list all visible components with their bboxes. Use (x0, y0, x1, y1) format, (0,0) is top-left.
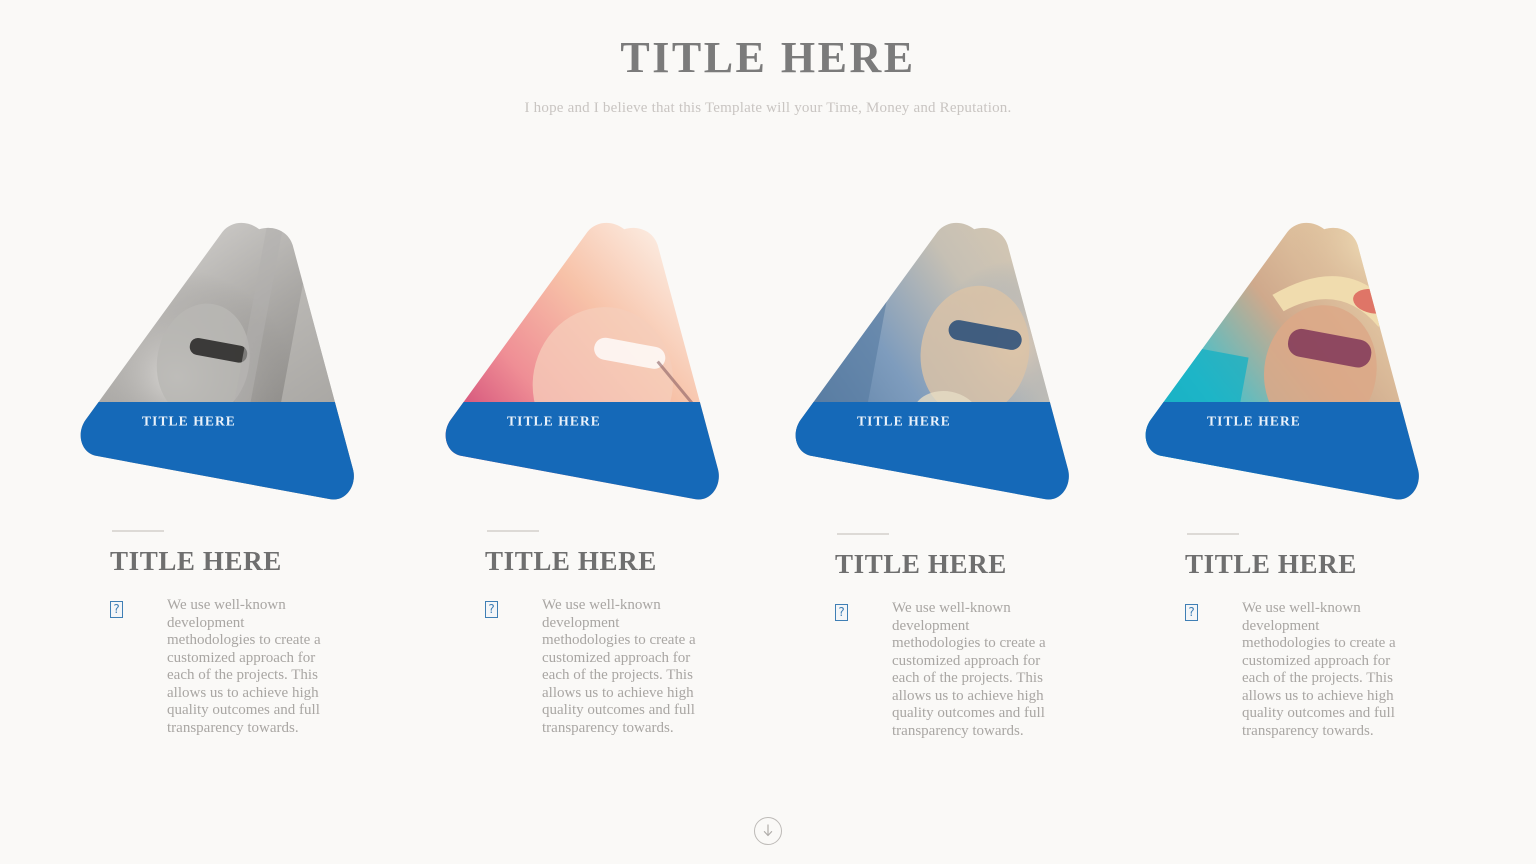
triangle-cards-row: TITLE HERE TITLE HERE TITLE HERE TITLE H… (0, 215, 1536, 515)
triangle-card-1[interactable]: TITLE HERE (92, 217, 378, 503)
column-title-3: TITLE HERE (835, 549, 1007, 579)
column-text-1: We use well-known development methodolog… (167, 597, 321, 736)
column-text-4: We use well-known development methodolog… (1242, 600, 1396, 739)
triangle-card-4[interactable]: TITLE HERE (1157, 217, 1443, 503)
triangle-card-3[interactable]: TITLE HERE (807, 217, 1093, 503)
column-divider-4 (1187, 533, 1239, 535)
feature-column-1: TITLE HERE ? We use well-known developme… (110, 530, 410, 737)
missing-glyph-box-icon-1: ? (110, 601, 123, 618)
column-title-1: TITLE HERE (110, 546, 282, 576)
triangle-shape-2: TITLE HERE (433, 193, 766, 526)
triangle-shape-1: TITLE HERE (68, 193, 401, 526)
page-subtitle: I hope and I believe that this Template … (524, 100, 1012, 117)
page-title: TITLE HERE (620, 33, 916, 82)
feature-column-2: TITLE HERE ? We use well-known developme… (485, 530, 785, 737)
column-divider-3 (837, 533, 889, 535)
column-text-2: We use well-known development methodolog… (542, 597, 696, 736)
triangle-shape-4: TITLE HERE (1133, 193, 1466, 526)
card-label-4: TITLE HERE (1206, 413, 1301, 429)
scroll-down-button[interactable] (754, 817, 782, 845)
missing-glyph-box-icon-4: ? (1185, 604, 1198, 621)
missing-glyph-box-icon-3: ? (835, 604, 848, 621)
triangle-card-2[interactable]: TITLE HERE (457, 217, 743, 503)
column-divider-1 (112, 530, 164, 532)
feature-column-4: TITLE HERE ? We use well-known developme… (1185, 533, 1485, 740)
feature-columns-row: TITLE HERE ? We use well-known developme… (0, 530, 1536, 790)
card-label-3: TITLE HERE (856, 413, 951, 429)
column-title-4: TITLE HERE (1185, 549, 1357, 579)
column-text-3: We use well-known development methodolog… (892, 600, 1046, 739)
column-divider-2 (487, 530, 539, 532)
column-title-2: TITLE HERE (485, 546, 657, 576)
card-label-1: TITLE HERE (141, 413, 236, 429)
card-label-band-2 (433, 193, 766, 526)
arrow-down-circle-icon (763, 824, 773, 837)
card-label-band-1 (68, 193, 401, 526)
card-label-band-4 (1133, 193, 1466, 526)
feature-column-3: TITLE HERE ? We use well-known developme… (835, 533, 1135, 740)
card-label-2: TITLE HERE (506, 413, 601, 429)
missing-glyph-box-icon-2: ? (485, 601, 498, 618)
page-header: TITLE HERE I hope and I believe that thi… (0, 33, 1536, 117)
card-label-band-3 (783, 193, 1116, 526)
triangle-shape-3: TITLE HERE (783, 193, 1116, 526)
